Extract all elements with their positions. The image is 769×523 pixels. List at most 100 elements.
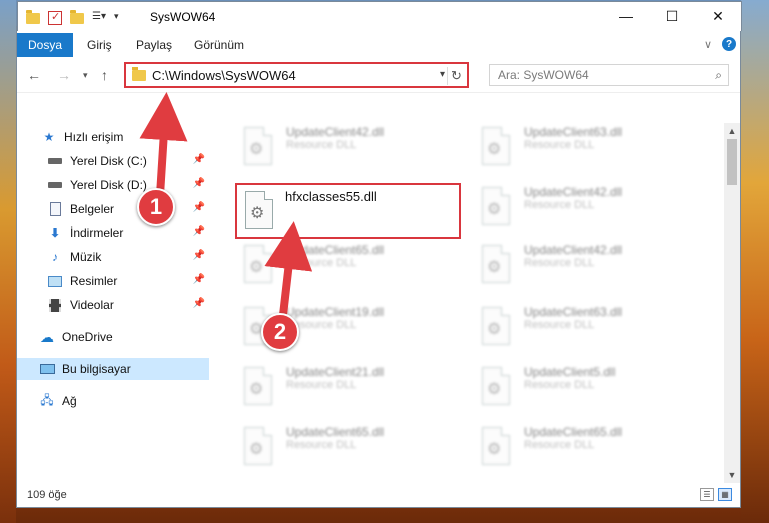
customize-toolbar-icon[interactable]: ▾ xyxy=(114,11,128,25)
computer-icon xyxy=(39,361,55,377)
sidebar-item-label: Müzik xyxy=(70,250,102,264)
sidebar-item-label: Hızlı erişim xyxy=(64,130,124,144)
ribbon-tabs: Dosya Giriş Paylaş Görünüm ∨ ? xyxy=(17,31,740,57)
pin-icon[interactable]: 📌 xyxy=(193,154,205,165)
recent-locations-icon[interactable]: ▾ xyxy=(83,70,88,81)
search-placeholder: Ara: SysWOW64 xyxy=(498,68,589,82)
file-item[interactable]: ⚙ UpdateClient42.dll Resource DLL xyxy=(478,185,698,235)
pin-icon[interactable]: 📌 xyxy=(193,202,205,213)
music-icon: ♪ xyxy=(52,250,58,264)
pin-icon[interactable]: 📌 xyxy=(193,274,205,285)
sidebar-item-label: OneDrive xyxy=(62,330,113,344)
up-icon[interactable]: ↑ xyxy=(101,67,108,83)
file-name: UpdateClient5.dll xyxy=(524,365,616,379)
search-input[interactable]: Ara: SysWOW64 ⌕ xyxy=(489,64,729,86)
minimize-button[interactable]: — xyxy=(603,2,649,30)
expand-ribbon-icon[interactable]: ∨ xyxy=(704,38,712,51)
forward-icon[interactable]: → xyxy=(57,67,71,83)
dll-file-icon: ⚙ xyxy=(240,243,276,287)
file-type: Resource DLL xyxy=(524,257,595,269)
sidebar-item-network[interactable]: 🖧 Ağ xyxy=(17,390,209,412)
pin-icon[interactable]: 📌 xyxy=(193,298,205,309)
file-item[interactable]: ⚙ UpdateClient65.dll Resource DLL xyxy=(240,243,460,293)
drive-icon xyxy=(47,153,63,169)
explorer-window: ✓ ☰▾ ▾ SysWOW64 — ☐ ✕ Dosya Giriş Paylaş… xyxy=(16,1,742,508)
file-name: UpdateClient65.dll xyxy=(286,425,385,439)
dll-file-icon: ⚙ xyxy=(478,125,514,169)
dll-file-icon: ⚙ xyxy=(478,425,514,469)
pin-icon[interactable]: 📌 xyxy=(193,178,205,189)
address-bar[interactable]: C:\Windows\SysWOW64 ▾ ↻ xyxy=(124,62,469,88)
sidebar-item-label: Ağ xyxy=(62,394,77,408)
window-title: SysWOW64 xyxy=(150,10,216,24)
scroll-up-icon[interactable]: ▲ xyxy=(724,123,740,139)
sidebar-item-pictures[interactable]: Resimler 📌 xyxy=(17,270,209,292)
sidebar-item-label: Videolar xyxy=(70,298,114,312)
folder-icon xyxy=(132,66,146,81)
tab-file[interactable]: Dosya xyxy=(17,33,73,57)
scrollbar-thumb[interactable] xyxy=(727,139,737,185)
highlighted-file[interactable]: ⚙ hfxclasses55.dll xyxy=(235,183,461,239)
file-type: Resource DLL xyxy=(524,319,595,331)
sidebar-item-videos[interactable]: Videolar 📌 xyxy=(17,294,209,316)
sidebar-item-quick-access[interactable]: ★ Hızlı erişim xyxy=(17,126,209,148)
file-name: UpdateClient63.dll xyxy=(524,305,623,319)
pin-icon[interactable]: 📌 xyxy=(193,250,205,261)
video-icon xyxy=(47,297,63,313)
sidebar-item-documents[interactable]: Belgeler 📌 xyxy=(17,198,209,220)
file-type: Resource DLL xyxy=(524,199,595,211)
file-item[interactable]: ⚙ UpdateClient42.dll Resource DLL xyxy=(240,125,460,175)
sidebar-item-local-disk-d[interactable]: Yerel Disk (D:) 📌 xyxy=(17,174,209,196)
vertical-scrollbar[interactable]: ▲ ▼ xyxy=(724,123,740,483)
sidebar-item-local-disk-c[interactable]: Yerel Disk (C:) 📌 xyxy=(17,150,209,172)
file-item[interactable]: ⚙ UpdateClient63.dll Resource DLL xyxy=(478,305,698,355)
step-marker-1: 1 xyxy=(137,188,175,226)
download-icon: ⬇ xyxy=(49,226,61,240)
file-item[interactable]: ⚙ UpdateClient21.dll Resource DLL xyxy=(240,365,460,415)
tab-home[interactable]: Giriş xyxy=(87,33,112,57)
pin-icon[interactable]: 📌 xyxy=(193,226,205,237)
maximize-button[interactable]: ☐ xyxy=(649,2,695,30)
scroll-down-icon[interactable]: ▼ xyxy=(724,467,740,483)
new-folder-icon[interactable] xyxy=(70,9,84,24)
documents-icon xyxy=(47,201,63,217)
back-icon[interactable]: ← xyxy=(27,67,41,83)
sidebar-item-music[interactable]: ♪ Müzik 📌 xyxy=(17,246,209,268)
file-name: UpdateClient42.dll xyxy=(286,125,385,139)
file-name: UpdateClient19.dll xyxy=(286,305,385,319)
details-view-icon[interactable]: ☰ xyxy=(700,488,714,501)
sidebar-item-this-pc[interactable]: Bu bilgisayar xyxy=(17,358,209,380)
close-button[interactable]: ✕ xyxy=(695,2,741,30)
navigation-bar: ← → ▾ ↑ C:\Windows\SysWOW64 ▾ ↻ Ara: Sys… xyxy=(17,57,740,93)
search-icon: ⌕ xyxy=(715,68,722,82)
address-path: C:\Windows\SysWOW64 xyxy=(152,67,296,83)
file-name: UpdateClient21.dll xyxy=(286,365,385,379)
tab-view[interactable]: Görünüm xyxy=(194,33,244,57)
sidebar-item-onedrive[interactable]: ☁ OneDrive xyxy=(17,326,209,348)
sidebar-item-downloads[interactable]: ⬇ İndirmeler 📌 xyxy=(17,222,209,244)
large-icons-view-icon[interactable]: ▦ xyxy=(718,488,732,501)
step-marker-2: 2 xyxy=(261,313,299,351)
star-icon: ★ xyxy=(43,130,55,144)
sidebar-item-label: İndirmeler xyxy=(70,226,124,240)
refresh-icon[interactable]: ↻ xyxy=(447,67,465,85)
file-item[interactable]: ⚙ UpdateClient5.dll Resource DLL xyxy=(478,365,698,415)
chevron-down-icon[interactable]: ▾ xyxy=(440,69,445,80)
file-item[interactable]: ⚙ UpdateClient65.dll Resource DLL xyxy=(240,425,460,475)
properties-icon[interactable]: ✓ xyxy=(48,11,62,25)
file-item[interactable]: ⚙ UpdateClient65.dll Resource DLL xyxy=(478,425,698,475)
file-type: Resource DLL xyxy=(524,439,595,451)
view-options-icon[interactable]: ☰▾ xyxy=(92,11,106,25)
sidebar-item-label: Yerel Disk (C:) xyxy=(70,154,147,168)
file-type: Resource DLL xyxy=(286,139,357,151)
file-item[interactable]: ⚙ UpdateClient63.dll Resource DLL xyxy=(478,125,698,175)
file-type: Resource DLL xyxy=(286,379,357,391)
title-bar: ✓ ☰▾ ▾ SysWOW64 — ☐ ✕ xyxy=(17,1,742,31)
help-icon[interactable]: ? xyxy=(722,37,736,51)
file-type: Resource DLL xyxy=(286,439,357,451)
desktop-background-right xyxy=(741,0,769,523)
file-item[interactable]: ⚙ UpdateClient42.dll Resource DLL xyxy=(478,243,698,293)
tab-share[interactable]: Paylaş xyxy=(136,33,172,57)
network-icon: 🖧 xyxy=(40,392,54,407)
sidebar-item-label: Belgeler xyxy=(70,202,115,216)
